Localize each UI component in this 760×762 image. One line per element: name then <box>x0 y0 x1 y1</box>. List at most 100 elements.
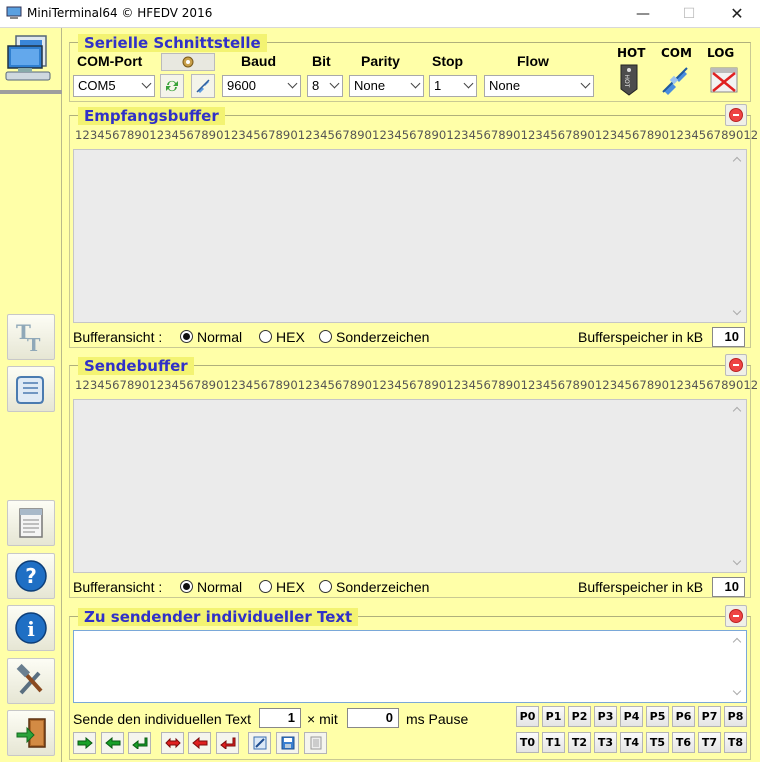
port-settings-button[interactable] <box>161 53 215 71</box>
send-option-normal: Normal <box>197 579 243 595</box>
return-red-icon <box>219 737 235 749</box>
document-icon <box>19 508 43 538</box>
pause-ms-input[interactable]: 0 <box>347 708 399 728</box>
clear-send-button[interactable] <box>725 354 747 376</box>
custom-scrollbar[interactable] <box>729 631 746 702</box>
refresh-ports-button[interactable] <box>160 74 184 98</box>
send-memory-label: Bufferspeicher in kB <box>578 579 704 595</box>
receive-return-button[interactable] <box>216 732 239 754</box>
svg-text:HOT: HOT <box>623 75 630 88</box>
send-memory-input[interactable]: 10 <box>712 577 745 597</box>
clear-icon <box>729 358 743 372</box>
help-button[interactable]: ? <box>7 553 55 599</box>
send-column-ruler: 1234567890123456789012345678901234567890… <box>75 378 759 392</box>
document-button[interactable] <box>7 500 55 546</box>
custom-text-input[interactable] <box>73 630 747 703</box>
receive-back-button[interactable] <box>188 732 211 754</box>
preset-button-p4[interactable]: P4 <box>620 706 643 727</box>
sidebar: T T ? i <box>0 28 62 762</box>
edit-button[interactable] <box>248 732 271 754</box>
flow-select[interactable]: None <box>484 75 594 97</box>
send-radio-special[interactable] <box>319 580 332 593</box>
receive-radio-normal[interactable] <box>180 330 193 343</box>
send-forward-button[interactable] <box>73 732 96 754</box>
com-port-select[interactable]: COM5 <box>73 75 155 97</box>
maximize-button[interactable]: ☐ <box>666 0 712 28</box>
bit-header: Bit <box>312 53 331 69</box>
hotkey-tag-icon[interactable]: HOT <box>618 63 640 97</box>
text-button-t4[interactable]: T4 <box>620 732 643 753</box>
send-view-label: Bufferansicht : <box>73 579 163 595</box>
stop-header: Stop <box>432 53 464 69</box>
baud-value: 9600 <box>227 78 256 93</box>
preset-button-p6[interactable]: P6 <box>672 706 695 727</box>
svg-text:?: ? <box>25 564 37 588</box>
connect-button[interactable] <box>191 74 215 98</box>
save-button[interactable] <box>276 732 299 754</box>
text-button-t5[interactable]: T5 <box>646 732 669 753</box>
svg-text:i: i <box>27 617 35 641</box>
baud-select[interactable]: 9600 <box>222 75 301 97</box>
script-button[interactable] <box>7 366 55 412</box>
text-button-t1[interactable]: T1 <box>542 732 565 753</box>
send-return-button[interactable] <box>128 732 151 754</box>
send-text-area[interactable] <box>73 399 747 573</box>
repeat-count-input[interactable]: 1 <box>259 708 301 728</box>
flow-value: None <box>489 78 521 93</box>
send-radio-hex[interactable] <box>259 580 272 593</box>
send-option-hex: HEX <box>276 579 305 595</box>
text-button-t3[interactable]: T3 <box>594 732 617 753</box>
minimize-button[interactable]: — <box>620 0 666 28</box>
receive-memory-input[interactable]: 10 <box>712 327 745 347</box>
receive-column-ruler: 1234567890123456789012345678901234567890… <box>75 128 759 142</box>
info-button[interactable]: i <box>7 605 55 651</box>
preset-button-p5[interactable]: P5 <box>646 706 669 727</box>
clear-custom-button[interactable] <box>725 605 747 627</box>
parity-header: Parity <box>361 53 400 69</box>
text-button-t7[interactable]: T7 <box>698 732 721 753</box>
receive-option-hex: HEX <box>276 329 305 345</box>
send-radio-normal[interactable] <box>180 580 193 593</box>
bit-select[interactable]: 8 <box>307 75 343 97</box>
preset-button-p2[interactable]: P2 <box>568 706 591 727</box>
window-title: MiniTerminal64 © HFEDV 2016 <box>27 6 213 20</box>
font-size-button[interactable]: T T <box>7 314 55 360</box>
preset-button-p8[interactable]: P8 <box>724 706 747 727</box>
hot-label: HOT <box>617 46 646 60</box>
send-back-button[interactable] <box>101 732 124 754</box>
send-scrollbar[interactable] <box>729 400 746 572</box>
text-button-t0[interactable]: T0 <box>516 732 539 753</box>
log-disabled-icon[interactable] <box>708 63 740 95</box>
preset-button-p3[interactable]: P3 <box>594 706 617 727</box>
parity-value: None <box>354 78 386 93</box>
receive-both-button[interactable] <box>161 732 184 754</box>
com-port-value: COM5 <box>78 78 116 93</box>
tools-icon <box>16 663 43 695</box>
parity-select[interactable]: None <box>349 75 424 97</box>
open-button[interactable] <box>304 732 327 754</box>
clear-receive-button[interactable] <box>725 104 747 126</box>
text-button-t6[interactable]: T6 <box>672 732 695 753</box>
chevron-down-icon <box>287 78 298 89</box>
receive-scrollbar[interactable] <box>729 150 746 322</box>
preset-button-p0[interactable]: P0 <box>516 706 539 727</box>
preset-button-p7[interactable]: P7 <box>698 706 721 727</box>
exit-button[interactable] <box>7 710 55 756</box>
settings-button[interactable] <box>7 658 55 704</box>
com-connect-icon[interactable] <box>660 65 690 95</box>
close-button[interactable]: ✕ <box>714 0 760 28</box>
preset-button-p1[interactable]: P1 <box>542 706 565 727</box>
receive-radio-hex[interactable] <box>259 330 272 343</box>
app-icon <box>6 6 22 19</box>
stop-select[interactable]: 1 <box>429 75 477 97</box>
title-bar: MiniTerminal64 © HFEDV 2016 — ☐ ✕ <box>0 0 760 28</box>
receive-radio-special[interactable] <box>319 330 332 343</box>
clear-icon <box>729 108 743 122</box>
help-icon: ? <box>15 560 47 592</box>
text-button-t2[interactable]: T2 <box>568 732 591 753</box>
receive-text-area[interactable] <box>73 149 747 323</box>
document-gray-icon <box>310 736 321 750</box>
text-button-t8[interactable]: T8 <box>724 732 747 753</box>
scroll-down-icon <box>732 306 742 316</box>
send-group-title: Sendebuffer <box>78 357 194 375</box>
